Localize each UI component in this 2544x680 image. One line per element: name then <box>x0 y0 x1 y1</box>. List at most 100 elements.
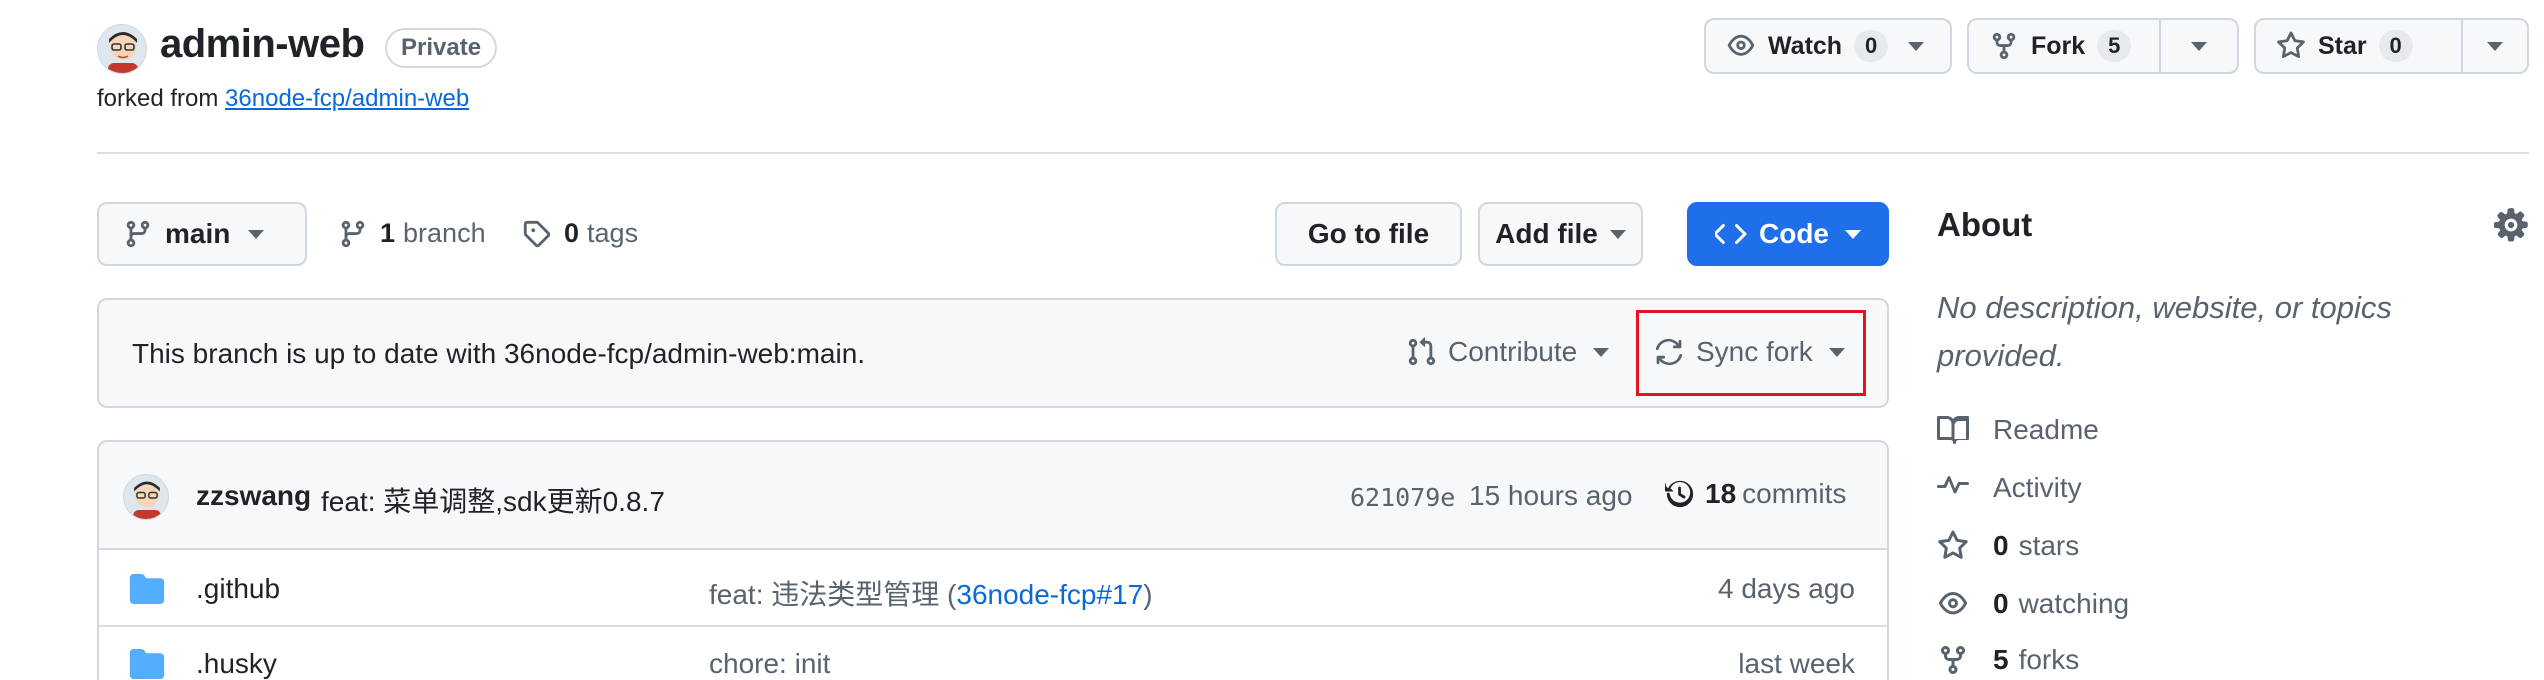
file-commit-suffix: ) <box>1143 579 1153 610</box>
fork-label: Fork <box>2031 31 2086 60</box>
owner-avatar[interactable] <box>97 24 147 74</box>
fork-main[interactable]: Fork 5 <box>1969 20 2159 72</box>
about-readme[interactable]: Readme <box>1937 408 2099 452</box>
star-button[interactable]: Star 0 <box>2254 18 2529 74</box>
branches-link[interactable]: 1 branch <box>338 218 486 249</box>
code-icon <box>1715 224 1747 244</box>
branches-count: 1 <box>380 218 396 248</box>
folder-icon <box>129 574 165 604</box>
about-forks[interactable]: 5 forks <box>1937 638 2079 680</box>
table-row[interactable]: .husky chore: init last week <box>99 629 1887 680</box>
forked-from: forked from 36node-fcp/admin-web <box>97 85 469 113</box>
visibility-badge: Private <box>385 28 498 68</box>
sync-fork-label: Sync fork <box>1696 336 1813 367</box>
file-commit-text[interactable]: chore: init <box>709 648 830 679</box>
watch-count: 0 <box>1854 30 1889 62</box>
watch-label: Watch <box>1768 31 1843 60</box>
star-main[interactable]: Star 0 <box>2256 20 2461 72</box>
chevron-down-icon <box>1828 347 1845 357</box>
file-commit-message: feat: 违法类型管理 (36node-fcp#17) <box>709 573 1153 613</box>
branch-icon <box>341 220 365 247</box>
tags-link[interactable]: 0 tags <box>522 218 638 249</box>
table-row[interactable]: .github feat: 违法类型管理 (36node-fcp#17) 4 d… <box>99 552 1887 627</box>
forked-from-prefix: forked from <box>97 85 219 112</box>
about-activity[interactable]: Activity <box>1937 466 2082 510</box>
history-icon <box>1665 480 1694 508</box>
chevron-down-icon <box>1845 229 1861 239</box>
repo-name[interactable]: admin-web <box>160 22 365 67</box>
gear-icon[interactable] <box>2494 208 2528 242</box>
star-count: 0 <box>2378 30 2413 62</box>
commit-time: 15 hours ago <box>1469 480 1633 511</box>
latest-commit-row: zzswang feat: 菜单调整,sdk更新0.8.7 621079e 15… <box>99 442 1887 550</box>
file-commit-link[interactable]: 36node-fcp#17 <box>956 579 1143 610</box>
watch-main[interactable]: Watch 0 <box>1706 20 1902 72</box>
file-name[interactable]: .husky <box>196 648 277 680</box>
file-commit-message: chore: init <box>709 648 830 680</box>
fork-dropdown[interactable] <box>2159 20 2237 72</box>
chevron-down-icon <box>1593 347 1610 357</box>
sync-icon <box>1655 338 1683 366</box>
about-heading: About <box>1937 206 2033 243</box>
fork-count: 5 <box>2097 30 2132 62</box>
commit-message[interactable]: feat: 菜单调整,sdk更新0.8.7 <box>321 480 665 520</box>
about-watching-count: 0 <box>1993 588 2009 619</box>
pulse-icon <box>1937 476 1969 494</box>
chevron-down-icon <box>1908 41 1925 51</box>
about-forks-count: 5 <box>1993 644 2009 675</box>
tags-label: tags <box>587 218 639 248</box>
sync-fork-button[interactable]: Sync fork <box>1654 336 1845 368</box>
file-time: last week <box>1738 648 1855 679</box>
chevron-down-icon <box>2191 41 2207 51</box>
commits-count: 18 <box>1705 478 1737 509</box>
forked-from-link[interactable]: 36node-fcp/admin-web <box>225 85 469 112</box>
pull-request-icon <box>1408 337 1436 366</box>
branches-label: branch <box>403 218 486 248</box>
branch-icon <box>126 220 150 248</box>
go-to-file-button[interactable]: Go to file <box>1275 202 1462 266</box>
tags-count: 0 <box>564 218 580 248</box>
commit-author[interactable]: zzswang <box>196 480 311 512</box>
star-icon <box>1938 530 1968 559</box>
about-stars-count: 0 <box>1993 530 2009 561</box>
code-label: Code <box>1759 218 1829 249</box>
about-watching[interactable]: 0 watching <box>1937 582 2129 626</box>
fork-sync-bar: This branch is up to date with 36node-fc… <box>97 298 1889 408</box>
add-file-button[interactable]: Add file <box>1478 202 1643 266</box>
code-button[interactable]: Code <box>1687 202 1889 266</box>
eye-icon <box>1938 592 1968 615</box>
commit-author-avatar[interactable] <box>123 474 169 520</box>
commits-link[interactable]: 18 commits <box>1665 478 1846 510</box>
folder-icon <box>129 649 165 679</box>
star-label: Star <box>2318 31 2367 60</box>
about-readme-label: Readme <box>1993 414 2099 445</box>
eye-icon <box>1727 34 1755 56</box>
star-icon <box>2277 31 2305 58</box>
sync-status: This branch is up to date with 36node-fc… <box>132 338 866 369</box>
file-commit-text[interactable]: feat: 违法类型管理 ( <box>709 579 956 610</box>
branch-selector[interactable]: main <box>97 202 307 266</box>
contribute-button[interactable]: Contribute <box>1406 336 1610 368</box>
about-watching-label: watching <box>2018 588 2130 619</box>
watch-button[interactable]: Watch 0 <box>1704 18 1952 74</box>
fork-icon <box>1992 32 2016 60</box>
commit-sha[interactable]: 621079e <box>1350 483 1455 512</box>
about-forks-label: forks <box>2018 644 2080 675</box>
watch-dropdown[interactable] <box>1902 41 1936 51</box>
about-stars[interactable]: 0 stars <box>1937 524 2079 568</box>
tag-icon <box>523 220 551 247</box>
chevron-down-icon <box>1609 229 1626 239</box>
chevron-down-icon <box>2487 41 2503 51</box>
commits-label: commits <box>1742 478 1847 509</box>
star-dropdown[interactable] <box>2461 20 2527 72</box>
about-stars-label: stars <box>2018 530 2080 561</box>
about-activity-label: Activity <box>1993 472 2082 503</box>
file-table: zzswang feat: 菜单调整,sdk更新0.8.7 621079e 15… <box>97 440 1889 680</box>
header-divider <box>97 152 2529 154</box>
fork-button[interactable]: Fork 5 <box>1967 18 2239 74</box>
chevron-down-icon <box>248 229 265 239</box>
file-name[interactable]: .github <box>196 573 280 605</box>
file-time: 4 days ago <box>1718 573 1855 604</box>
add-file-label: Add file <box>1495 218 1598 249</box>
fork-icon <box>1941 645 1965 675</box>
